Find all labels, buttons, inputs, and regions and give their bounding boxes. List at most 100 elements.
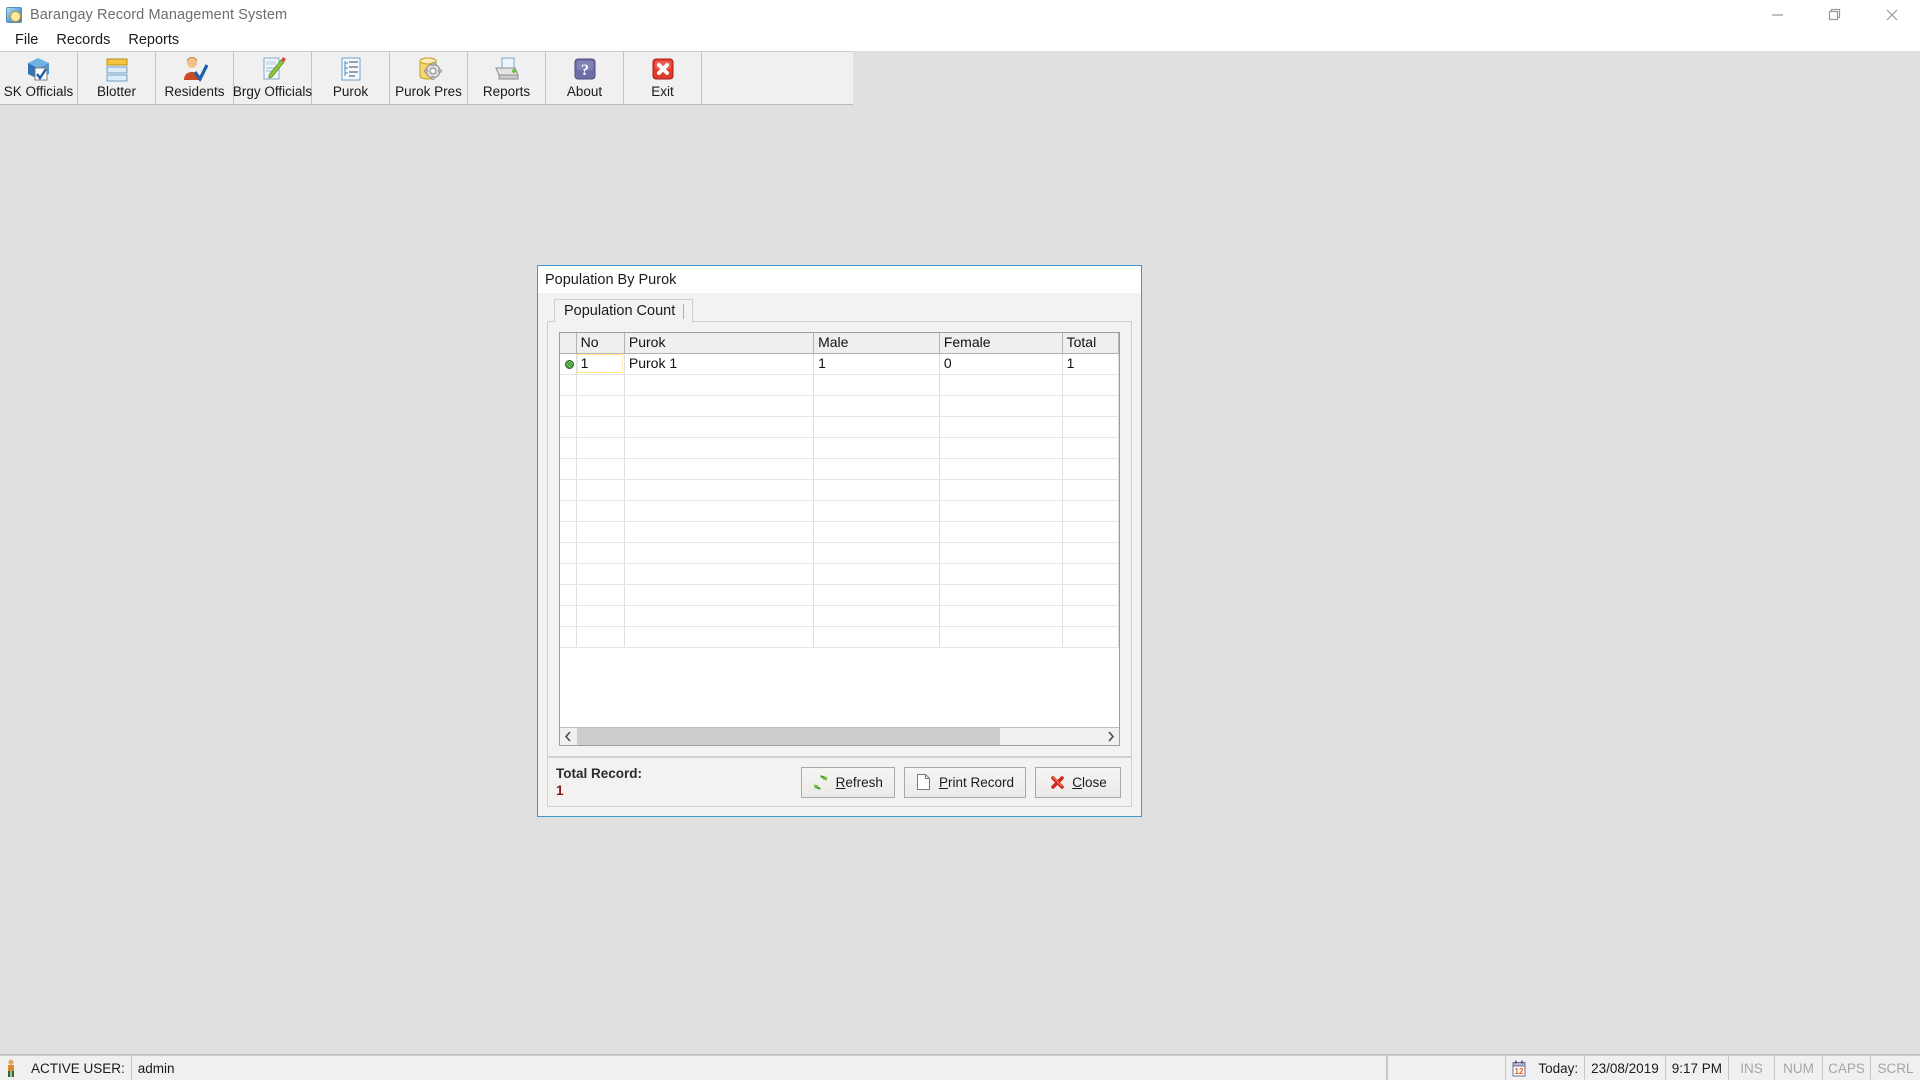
cell-female[interactable]: [939, 605, 1062, 626]
cell-total[interactable]: [1062, 479, 1118, 500]
cell-male[interactable]: [814, 584, 940, 605]
close-button[interactable]: Close: [1035, 767, 1121, 798]
toolbar-button-residents[interactable]: Residents: [156, 52, 234, 104]
cell-no[interactable]: [576, 437, 624, 458]
cell-no[interactable]: [576, 374, 624, 395]
table-row[interactable]: [560, 563, 1119, 584]
table-row[interactable]: [560, 395, 1119, 416]
cell-no[interactable]: [576, 563, 624, 584]
cell-female[interactable]: [939, 416, 1062, 437]
cell-male[interactable]: [814, 395, 940, 416]
scrollbar-track[interactable]: [577, 728, 1102, 745]
refresh-button[interactable]: Refresh: [801, 767, 895, 798]
cell-male[interactable]: [814, 521, 940, 542]
table-row[interactable]: [560, 416, 1119, 437]
cell-total[interactable]: [1062, 563, 1118, 584]
table-row[interactable]: [560, 542, 1119, 563]
cell-no[interactable]: 1: [576, 353, 624, 374]
cell-female[interactable]: [939, 542, 1062, 563]
cell-total[interactable]: [1062, 374, 1118, 395]
toolbar-button-reports[interactable]: Reports: [468, 52, 546, 104]
scrollbar-thumb[interactable]: [577, 728, 1000, 745]
toolbar-button-purok-pres[interactable]: Purok Pres: [390, 52, 468, 104]
table-row[interactable]: [560, 437, 1119, 458]
grid-header-male[interactable]: Male: [814, 333, 940, 353]
grid-header-purok[interactable]: Purok: [624, 333, 813, 353]
cell-total[interactable]: [1062, 542, 1118, 563]
cell-no[interactable]: [576, 584, 624, 605]
cell-female[interactable]: [939, 437, 1062, 458]
cell-male[interactable]: [814, 437, 940, 458]
table-row[interactable]: 1 Purok 1 1 0 1: [560, 353, 1119, 374]
tab-population-count[interactable]: Population Count: [554, 299, 693, 322]
toolbar-button-exit[interactable]: Exit: [624, 52, 702, 104]
menu-reports[interactable]: Reports: [119, 31, 188, 50]
close-icon[interactable]: [1863, 0, 1920, 29]
cell-total[interactable]: [1062, 605, 1118, 626]
table-row[interactable]: [560, 374, 1119, 395]
cell-total[interactable]: [1062, 521, 1118, 542]
cell-male[interactable]: [814, 374, 940, 395]
cell-purok[interactable]: [624, 416, 813, 437]
cell-male[interactable]: [814, 458, 940, 479]
chevron-right-icon[interactable]: [1102, 728, 1119, 745]
table-row[interactable]: [560, 458, 1119, 479]
table-row[interactable]: [560, 584, 1119, 605]
grid-header-no[interactable]: No: [576, 333, 624, 353]
grid-horizontal-scrollbar[interactable]: [560, 727, 1119, 745]
cell-no[interactable]: [576, 479, 624, 500]
toolbar-button-brgy-officials[interactable]: Brgy Officials: [234, 52, 312, 104]
cell-no[interactable]: [576, 395, 624, 416]
cell-purok[interactable]: [624, 521, 813, 542]
table-row[interactable]: [560, 605, 1119, 626]
cell-purok[interactable]: [624, 626, 813, 647]
cell-male[interactable]: 1: [814, 353, 940, 374]
cell-purok[interactable]: [624, 374, 813, 395]
cell-no[interactable]: [576, 626, 624, 647]
cell-purok[interactable]: [624, 584, 813, 605]
cell-purok[interactable]: [624, 500, 813, 521]
cell-female[interactable]: [939, 521, 1062, 542]
cell-purok[interactable]: [624, 563, 813, 584]
cell-female[interactable]: [939, 584, 1062, 605]
cell-total[interactable]: [1062, 458, 1118, 479]
cell-no[interactable]: [576, 416, 624, 437]
cell-total[interactable]: [1062, 626, 1118, 647]
cell-purok[interactable]: [624, 458, 813, 479]
cell-total[interactable]: [1062, 416, 1118, 437]
grid-header-total[interactable]: Total: [1062, 333, 1118, 353]
cell-male[interactable]: [814, 416, 940, 437]
cell-female[interactable]: 0: [939, 353, 1062, 374]
cell-male[interactable]: [814, 626, 940, 647]
cell-female[interactable]: [939, 500, 1062, 521]
cell-no[interactable]: [576, 500, 624, 521]
cell-purok[interactable]: [624, 605, 813, 626]
cell-no[interactable]: [576, 542, 624, 563]
menu-file[interactable]: File: [6, 31, 47, 50]
cell-total[interactable]: [1062, 584, 1118, 605]
cell-total[interactable]: [1062, 395, 1118, 416]
toolbar-button-sk-officials[interactable]: SK Officials: [0, 52, 78, 104]
cell-male[interactable]: [814, 542, 940, 563]
cell-female[interactable]: [939, 458, 1062, 479]
cell-female[interactable]: [939, 374, 1062, 395]
chevron-left-icon[interactable]: [560, 728, 577, 745]
restore-icon[interactable]: [1806, 0, 1863, 29]
toolbar-button-purok[interactable]: Purok: [312, 52, 390, 104]
cell-male[interactable]: [814, 500, 940, 521]
cell-no[interactable]: [576, 458, 624, 479]
print-record-button[interactable]: Print Record: [904, 767, 1026, 798]
table-row[interactable]: [560, 500, 1119, 521]
cell-purok[interactable]: [624, 479, 813, 500]
cell-total[interactable]: [1062, 500, 1118, 521]
cell-male[interactable]: [814, 563, 940, 584]
cell-purok[interactable]: Purok 1: [624, 353, 813, 374]
cell-total[interactable]: [1062, 437, 1118, 458]
cell-female[interactable]: [939, 563, 1062, 584]
cell-female[interactable]: [939, 626, 1062, 647]
cell-male[interactable]: [814, 605, 940, 626]
toolbar-button-about[interactable]: ? About: [546, 52, 624, 104]
cell-female[interactable]: [939, 395, 1062, 416]
cell-purok[interactable]: [624, 395, 813, 416]
table-row[interactable]: [560, 521, 1119, 542]
